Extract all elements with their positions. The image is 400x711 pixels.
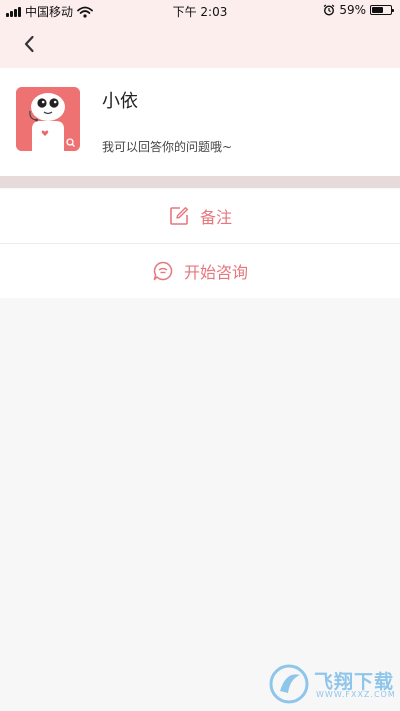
- profile-card: 小依 我可以回答你的问题哦~: [0, 68, 400, 176]
- battery-icon: [370, 5, 394, 15]
- back-button[interactable]: [18, 32, 42, 56]
- robot-avatar-icon: [16, 87, 80, 151]
- status-bar-right: 59%: [323, 3, 394, 17]
- status-bar: 中国移动 下午 2:03 59%: [0, 0, 400, 20]
- watermark-logo: 飞翔下载 WWW.FXXZ.COM: [268, 663, 396, 705]
- alarm-icon: [323, 4, 335, 16]
- section-divider: [0, 176, 400, 188]
- battery-fill: [372, 7, 383, 13]
- battery-percent: 59%: [339, 3, 366, 17]
- bot-description: 我可以回答你的问题哦~: [102, 140, 233, 154]
- edit-note-icon: [170, 207, 188, 225]
- chat-bubble-icon: [153, 261, 173, 281]
- start-consult-button[interactable]: 开始咨询: [0, 244, 400, 298]
- bot-name: 小依: [102, 91, 138, 112]
- chevron-left-icon: [24, 35, 34, 53]
- note-button[interactable]: 备注: [0, 189, 400, 244]
- consult-label: 开始咨询: [183, 263, 248, 282]
- fxxz-logo-icon: [269, 664, 309, 704]
- watermark-url: WWW.FXXZ.COM: [316, 690, 396, 699]
- note-label: 备注: [199, 208, 232, 227]
- nav-bar: [0, 20, 400, 68]
